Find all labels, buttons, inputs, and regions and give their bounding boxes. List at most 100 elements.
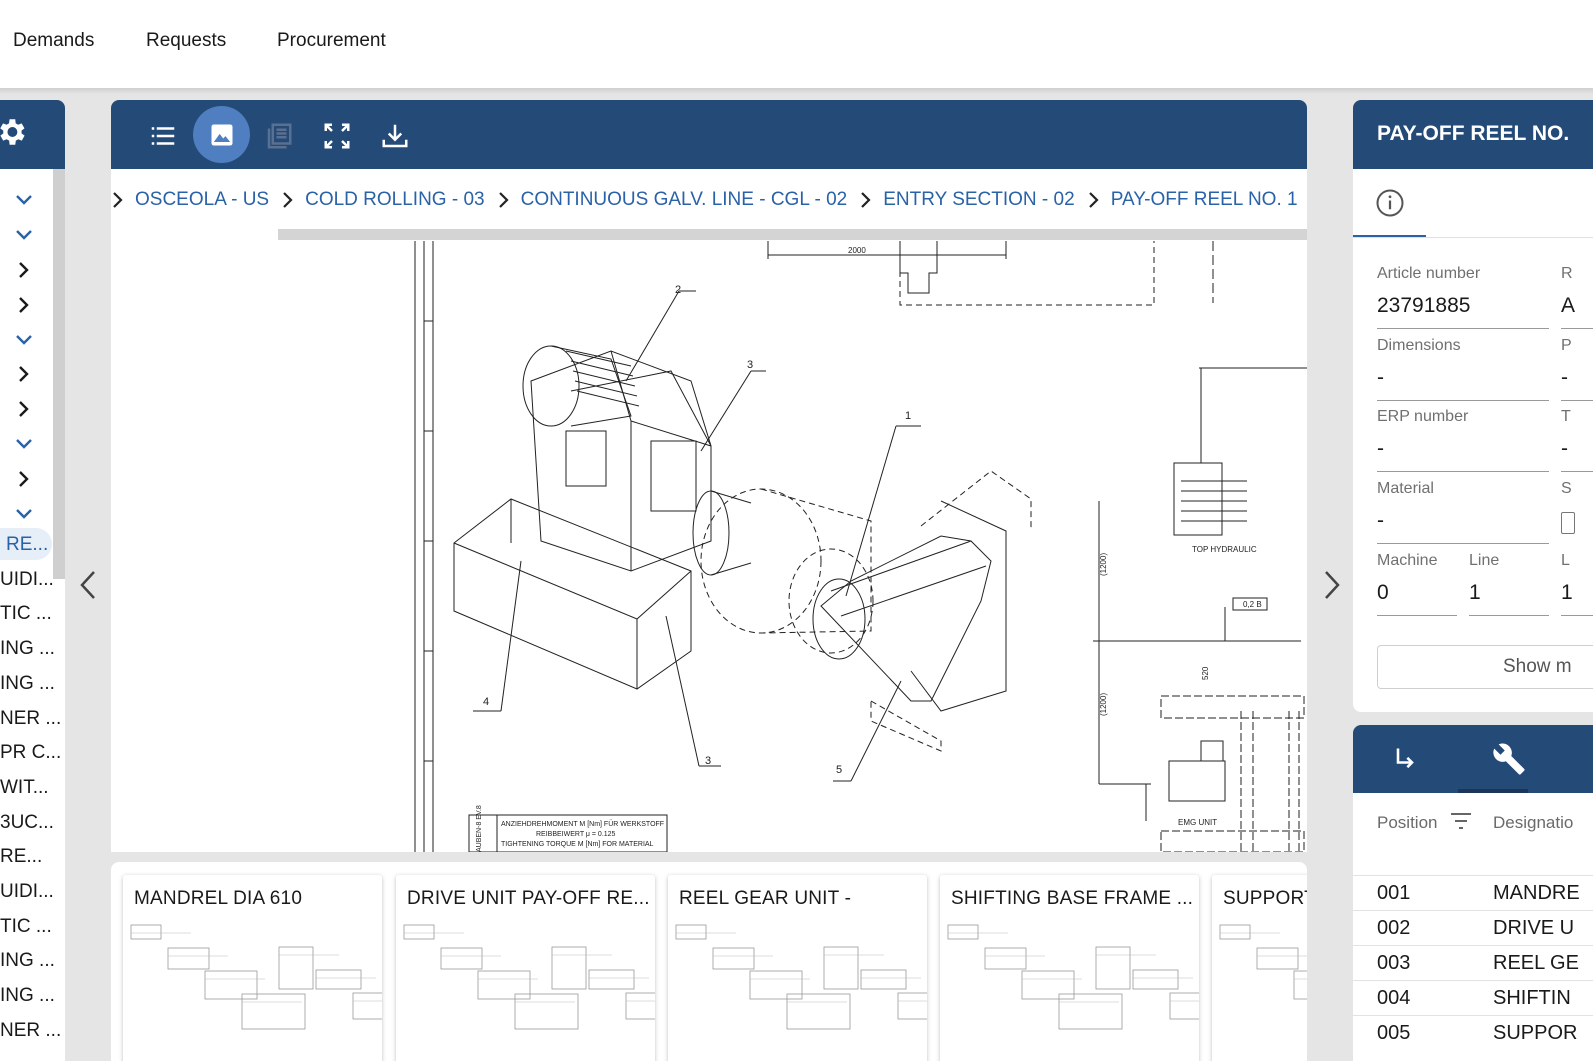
subdirectory-arrow-icon[interactable] (1391, 744, 1419, 774)
drawing-side-text: AUBEN-8 EV.8 (476, 805, 483, 852)
nav-procurement[interactable]: Procurement (277, 30, 386, 52)
tree-node-label[interactable]: PR C... (0, 742, 61, 764)
chevron-left-icon[interactable] (78, 570, 100, 600)
tree-node-label[interactable]: TIC ... (0, 603, 52, 625)
thumbnail-card[interactable]: MANDREL DIA 610 (123, 875, 382, 1061)
thumbnail-card[interactable]: SUPPORT (1212, 875, 1307, 1061)
article-number-value: 23791885 (1377, 294, 1471, 317)
document-view-button[interactable] (251, 108, 307, 164)
tree-node-label[interactable]: ING ... (0, 950, 55, 972)
breadcrumb-item[interactable]: OSCEOLA - US (111, 189, 269, 211)
chevron-down-icon (16, 230, 32, 240)
tree-node-label[interactable]: RE... (0, 846, 42, 868)
wrench-icon[interactable] (1491, 742, 1527, 776)
thumbnail-card[interactable]: REEL GEAR UNIT - (668, 875, 927, 1061)
table-row[interactable]: 002 DRIVE U (1353, 910, 1593, 945)
tree-node-toggle[interactable] (0, 253, 53, 287)
info-icon[interactable] (1375, 188, 1405, 218)
tree-node-label[interactable]: TIC ... (0, 916, 52, 938)
tree-node-label[interactable]: ING ... (0, 638, 55, 660)
truncated-value: A (1561, 294, 1576, 317)
tree-node-toggle[interactable] (0, 288, 53, 322)
tree-node-toggle[interactable] (0, 392, 53, 426)
truncated-label: R (1561, 265, 1573, 282)
nav-demands[interactable]: Demands (13, 30, 94, 52)
list-view-button[interactable] (135, 108, 191, 164)
tree-node-label[interactable]: RE... (6, 534, 48, 556)
position-cell: 005 (1377, 1022, 1411, 1044)
settings-icon[interactable] (0, 115, 28, 154)
field-underline (1377, 471, 1549, 472)
tree-node-toggle[interactable] (0, 183, 53, 217)
drawing-label: 5 (836, 764, 842, 776)
machine-value: 0 (1377, 581, 1389, 604)
column-header-designation[interactable]: Designatio (1493, 813, 1573, 833)
download-button[interactable] (367, 108, 423, 164)
table-row[interactable]: 004 SHIFTIN (1353, 980, 1593, 1015)
show-more-button[interactable]: Show m (1377, 645, 1593, 689)
table-row[interactable]: 005 SUPPOR (1353, 1015, 1593, 1050)
breadcrumb-item[interactable]: ENTRY SECTION - 02 (859, 189, 1075, 211)
designation-cell: SHIFTIN (1493, 987, 1571, 1009)
table-row[interactable]: 003 REEL GE (1353, 945, 1593, 980)
tree-node-toggle[interactable] (0, 218, 53, 252)
dimensions-label: Dimensions (1377, 337, 1461, 354)
tree-node-label[interactable]: ING ... (0, 985, 55, 1007)
field-underline (1561, 615, 1593, 616)
tree-node-toggle[interactable] (0, 497, 53, 531)
tree-node-label[interactable]: WIT... (0, 777, 49, 799)
download-icon (382, 124, 408, 148)
line-value: 1 (1469, 581, 1481, 604)
tree-node-label[interactable]: 3UC... (0, 812, 54, 834)
chevron-right-icon[interactable] (1320, 570, 1342, 600)
breadcrumb-label: COLD ROLLING - 03 (305, 189, 485, 210)
tree-node-label[interactable]: NER ... (0, 708, 61, 730)
breadcrumb-item[interactable]: COLD ROLLING - 03 (281, 189, 485, 211)
position-cell: 002 (1377, 917, 1411, 939)
drawing-label: 2000 (848, 246, 866, 255)
nav-requests[interactable]: Requests (146, 30, 226, 52)
tree-node-label[interactable]: ING ... (0, 673, 55, 695)
breadcrumb-item[interactable]: PAY-OFF REEL NO. 1 (1087, 189, 1298, 211)
tree-node-toggle[interactable] (0, 427, 53, 461)
fullscreen-icon (324, 123, 350, 149)
thumbnail-drawing (675, 924, 927, 1030)
topbar-shadow (0, 88, 1593, 94)
breadcrumb-scrollbar[interactable] (278, 229, 1307, 240)
chevron-right-icon (19, 262, 29, 278)
technical-drawing[interactable]: 2000 2 3 1 4 3 5 TOP HYDRAULIC EMG UNIT … (111, 241, 1307, 852)
truncated-value: - (1561, 366, 1568, 389)
drawing-thumbnails: MANDREL DIA 610 DRIVE UNIT PAY-OFF RE... R… (111, 862, 1307, 1061)
thumbnail-card[interactable]: SHIFTING BASE FRAME ... (940, 875, 1199, 1061)
chevron-down-icon (16, 509, 32, 519)
drawing-label: EMG UNIT (1178, 818, 1217, 827)
bom-header (1353, 725, 1593, 793)
column-header-position[interactable]: Position (1377, 813, 1437, 833)
table-row[interactable]: 001 MANDRE (1353, 875, 1593, 910)
breadcrumb-item[interactable]: CONTINUOUS GALV. LINE - CGL - 02 (497, 189, 847, 211)
tree-node-label[interactable]: NER ... (0, 1020, 61, 1042)
material-label: Material (1377, 480, 1434, 497)
filter-icon[interactable] (1449, 811, 1473, 831)
viewer-toolbar (111, 100, 1307, 169)
fullscreen-button[interactable] (309, 108, 365, 164)
thumbnail-drawing (403, 924, 655, 1030)
top-navigation: Demands Requests Procurement (0, 0, 1593, 88)
thumbnail-card[interactable]: DRIVE UNIT PAY-OFF RE... (396, 875, 655, 1061)
bom-panel: Position Designatio 001 MANDRE 002 DRIVE U0… (1353, 725, 1593, 1061)
tree-node-toggle[interactable] (0, 323, 53, 357)
tree-node-label[interactable]: UIDI... (0, 881, 54, 903)
breadcrumb-label: OSCEOLA - US (135, 189, 270, 210)
list-icon (151, 127, 175, 145)
tree-scrollbar[interactable] (53, 169, 65, 579)
tree-node-toggle[interactable] (0, 357, 53, 391)
tree-node-label[interactable]: UIDI... (0, 569, 54, 591)
tree-node-toggle[interactable] (0, 462, 53, 496)
drawing-label: 3 (747, 359, 753, 371)
truncated-label: S (1561, 480, 1572, 497)
image-view-button[interactable] (193, 106, 250, 163)
truncated-label: P (1561, 337, 1572, 354)
designation-cell: REEL GE (1493, 952, 1579, 974)
checkbox[interactable] (1561, 512, 1575, 534)
truncated-value: - (1561, 437, 1568, 460)
